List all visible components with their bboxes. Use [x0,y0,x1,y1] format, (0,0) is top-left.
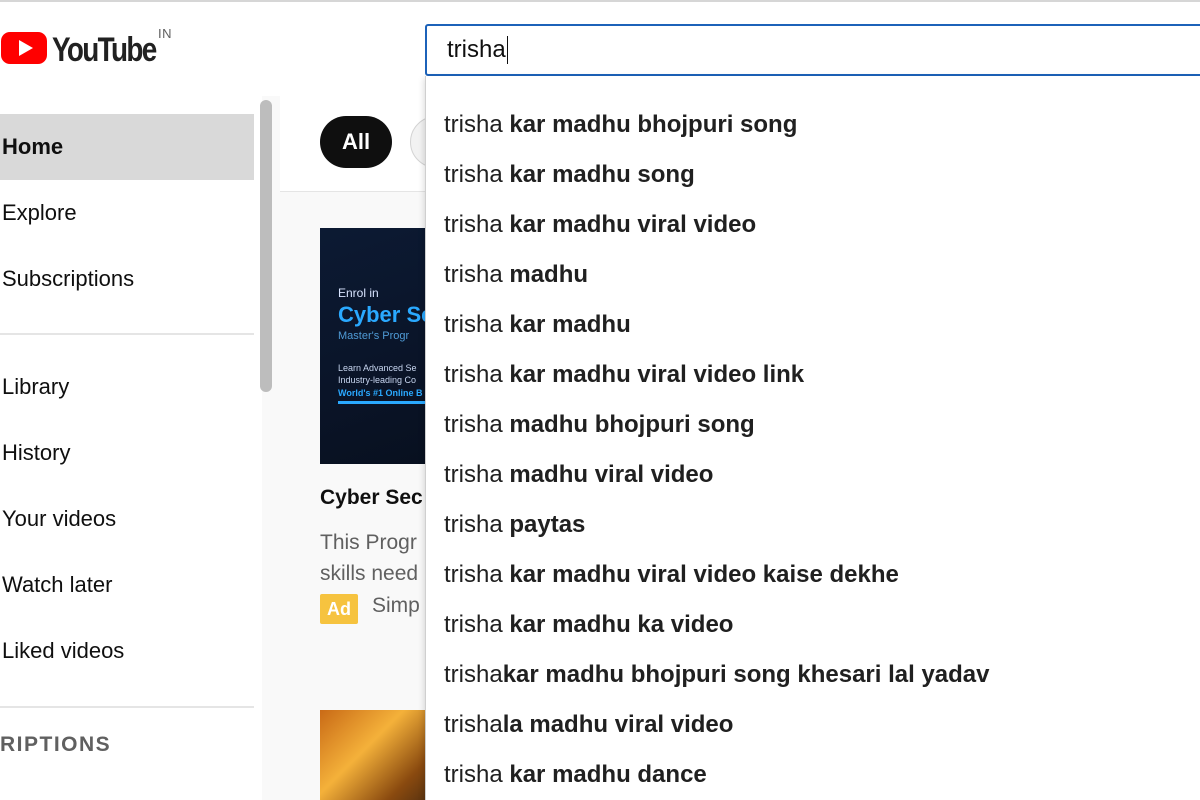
ad-badge: Ad [320,594,358,624]
sidebar-scrollbar[interactable] [260,100,272,392]
video-description: This Progr skills need [320,527,418,589]
suggestion-completion: madhu [509,261,589,288]
suggestion-typed: trisha [444,261,510,288]
search-suggestion[interactable]: trisha kar madhu viral video kaise dekhe [444,550,899,600]
youtube-play-icon [1,32,47,64]
search-suggestions-dropdown: trisha kar madhu bhojpuri song trisha ka… [425,76,1200,800]
search-suggestion[interactable]: trisha kar madhu bhojpuri song [444,100,797,150]
thumbnail-text-line: Learn Advanced Se [338,363,417,373]
thumbnail-text: Cyber Se [338,302,434,327]
suggestion-completion: kar madhu song [509,161,695,188]
sidebar-section-heading: RIPTIONS [0,733,112,756]
thumbnail-text: World's #1 Online B [338,388,423,398]
suggestion-typed: trisha [444,161,510,188]
sidebar-item-explore[interactable]: Explore [0,180,254,246]
sidebar-item-label: Watch later [2,572,113,597]
sidebar-item-home[interactable]: Home [0,114,254,180]
suggestion-completion: kar madhu viral video [509,211,757,238]
search-suggestion[interactable]: trisha kar madhu ka video [444,600,733,650]
suggestion-typed: trisha [444,511,510,538]
suggestion-typed: trisha [444,561,510,588]
suggestion-typed: trisha [444,611,510,638]
search-input-value: trisha [447,36,506,63]
sidebar-divider [0,706,254,708]
sidebar-item-label: History [2,440,71,465]
suggestion-completion: kar madhu viral video kaise dekhe [509,561,899,588]
search-suggestion[interactable]: trisha madhu bhojpuri song [444,400,755,450]
search-suggestion[interactable]: trisha kar madhu [444,300,631,350]
suggestion-typed: trisha [444,661,503,688]
sidebar-item-history[interactable]: History [0,420,254,486]
suggestion-completion: kar madhu viral video link [509,361,805,388]
suggestion-completion: madhu bhojpuri song [509,411,755,438]
search-suggestion[interactable]: trisha kar madhu viral video link [444,350,804,400]
thumbnail-underline [338,401,438,404]
suggestion-completion: kar madhu [509,311,631,338]
sidebar-item-your-videos[interactable]: Your videos [0,486,254,552]
sidebar-item-library[interactable]: Library [0,354,254,420]
sidebar-item-label: Your videos [2,506,117,531]
suggestion-completion: la madhu viral video [502,711,734,738]
sidebar-item-label: Subscriptions [2,266,135,291]
video-thumbnail[interactable]: Enrol in Cyber Se Master's Progr Learn A… [320,228,440,464]
search-suggestion[interactable]: trisha madhu viral video [444,450,713,500]
search-box[interactable]: trisha [425,24,1200,76]
suggestion-completion: kar madhu bhojpuri song khesari lal yada… [502,661,990,688]
search-suggestion[interactable]: trisha kar madhu viral video [444,200,756,250]
sidebar-item-label: Liked videos [2,638,125,663]
suggestion-typed: trisha [444,311,510,338]
sidebar: Home Explore Subscriptions Library Histo… [0,96,262,800]
sidebar-item-watch-later[interactable]: Watch later [0,552,254,618]
sidebar-item-liked-videos[interactable]: Liked videos [0,618,254,684]
sidebar-item-subscriptions[interactable]: Subscriptions [0,246,254,312]
search-suggestion[interactable]: trisha paytas [444,500,585,550]
suggestion-typed: trisha [444,461,510,488]
channel-name[interactable]: Simp [372,594,420,618]
video-thumbnail[interactable] [320,710,440,800]
youtube-logo[interactable]: YouTube IN [0,26,178,70]
country-code: IN [158,26,172,41]
search-suggestion[interactable]: trisha kar madhu bhojpuri song khesari la… [444,650,990,700]
video-description-line: This Progr [320,531,417,554]
suggestion-typed: trisha [444,361,510,388]
sidebar-item-label: Home [2,134,64,159]
video-title[interactable]: Cyber Sec [320,486,423,510]
sidebar-item-label: Explore [2,200,77,225]
suggestion-completion: paytas [509,511,586,538]
sidebar-divider [0,333,254,335]
thumbnail-text: Learn Advanced Se Industry-leading Co [338,362,417,386]
sidebar-item-label: Library [2,374,70,399]
logo-wordmark: YouTube [52,31,157,69]
suggestion-completion: madhu viral video [509,461,714,488]
suggestion-typed: trisha [444,111,510,138]
suggestion-typed: trisha [444,761,510,788]
search-suggestion[interactable]: trisha madhu [444,250,588,300]
suggestion-typed: trisha [444,711,503,738]
search-suggestion[interactable]: trisha la madhu viral video [444,700,733,750]
text-caret [506,36,509,64]
suggestion-completion: kar madhu dance [509,761,707,788]
search-input[interactable]: trisha [447,35,509,65]
thumbnail-text-line: Industry-leading Co [338,375,417,385]
video-description-line: skills need [320,562,419,585]
thumbnail-text: Enrol in [338,286,379,300]
suggestion-completion: kar madhu ka video [509,611,734,638]
suggestion-typed: trisha [444,411,510,438]
chip-all[interactable]: All [320,116,392,168]
thumbnail-text: Master's Progr [338,330,410,342]
suggestion-typed: trisha [444,211,510,238]
search-suggestion[interactable]: trisha kar madhu song [444,150,695,200]
suggestion-completion: kar madhu bhojpuri song [509,111,798,138]
search-suggestion[interactable]: trisha kar madhu dance [444,750,707,800]
